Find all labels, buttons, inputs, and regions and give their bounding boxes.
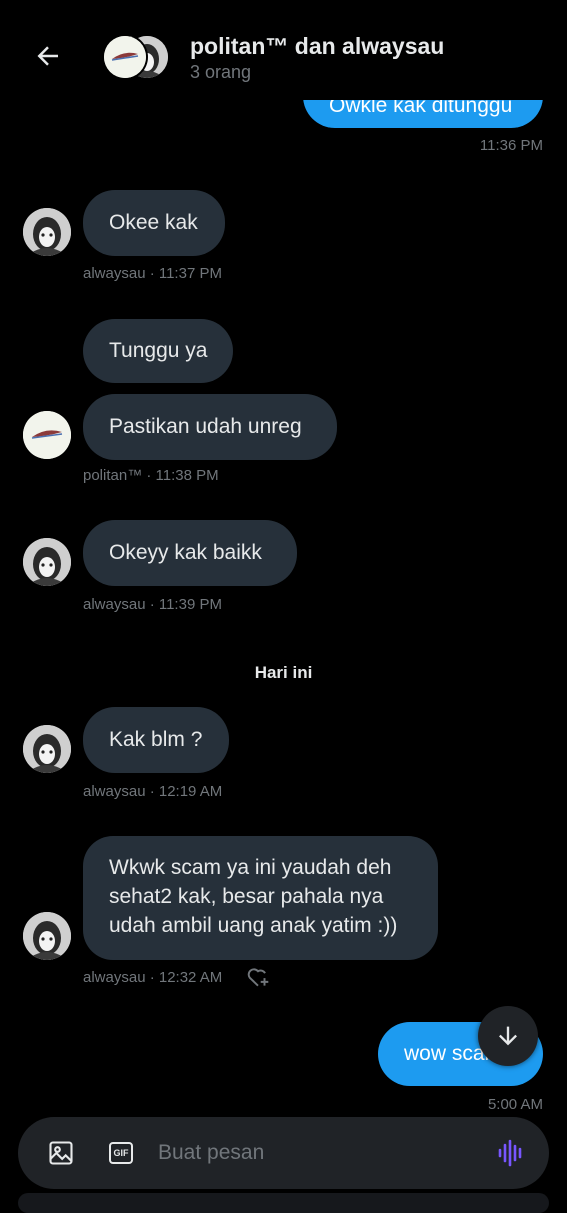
message-text: Wkwk scam ya ini yaudah deh sehat2 kak, …: [109, 856, 398, 937]
image-icon: [49, 1141, 73, 1165]
arrow-left-icon: [37, 46, 58, 66]
message-bubble-received[interactable]: Okee kak: [83, 190, 225, 256]
message-timestamp: 11:36 PM: [479, 137, 543, 154]
image-button[interactable]: [46, 1138, 76, 1168]
participant-count: 3 orang: [190, 62, 252, 82]
message-text: Pastikan udah unreg: [109, 415, 302, 438]
message-meta: alwaysau · 11:39 PM: [83, 596, 222, 613]
avatar-alwaysau[interactable]: [23, 208, 71, 256]
conversation-header: politan™ dan alwaysau 3 orang: [0, 0, 567, 100]
avatar-alwaysau[interactable]: [23, 725, 71, 773]
gif-button[interactable]: GIF: [106, 1138, 136, 1168]
back-button[interactable]: [28, 36, 68, 76]
avatar-politan: [104, 36, 146, 78]
message-meta: alwaysau · 12:32 AM: [83, 969, 223, 986]
voice-message-button[interactable]: [496, 1138, 526, 1168]
message-composer[interactable]: GIF Buat pesan: [18, 1117, 549, 1189]
message-text: Tunggu ya: [109, 339, 208, 362]
group-avatars[interactable]: [104, 36, 174, 78]
arrow-down-icon: [499, 1026, 517, 1046]
gif-icon: GIF: [109, 1142, 133, 1164]
day-separator: Hari ini: [254, 663, 313, 682]
message-bubble-received[interactable]: Wkwk scam ya ini yaudah deh sehat2 kak, …: [83, 836, 438, 960]
message-input[interactable]: Buat pesan: [158, 1141, 264, 1165]
message-meta: alwaysau · 11:37 PM: [83, 265, 222, 282]
heart-plus-icon[interactable]: [245, 964, 271, 990]
message-text: Kak blm ?: [109, 728, 203, 751]
message-bubble-received[interactable]: Tunggu ya: [83, 319, 233, 383]
avatar-alwaysau[interactable]: [23, 912, 71, 960]
message-meta: alwaysau · 12:19 AM: [83, 783, 223, 800]
message-meta: politan™ · 11:38 PM: [83, 467, 219, 484]
scroll-to-bottom-button[interactable]: [478, 1006, 538, 1066]
avatar-alwaysau[interactable]: [23, 538, 71, 586]
message-bubble-received[interactable]: Pastikan udah unreg: [83, 394, 337, 460]
bottom-bar: [18, 1193, 549, 1213]
message-bubble-received[interactable]: Okeyy kak baikk: [83, 520, 297, 586]
avatar-politan[interactable]: [23, 411, 71, 459]
message-bubble-received[interactable]: Kak blm ?: [83, 707, 229, 773]
voice-waveform-icon: [498, 1139, 522, 1167]
message-timestamp: 5:00 AM: [487, 1096, 543, 1113]
message-text: Okee kak: [109, 211, 198, 234]
message-text: Okeyy kak baikk: [109, 541, 262, 564]
conversation-title: politan™ dan alwaysau: [190, 33, 445, 59]
